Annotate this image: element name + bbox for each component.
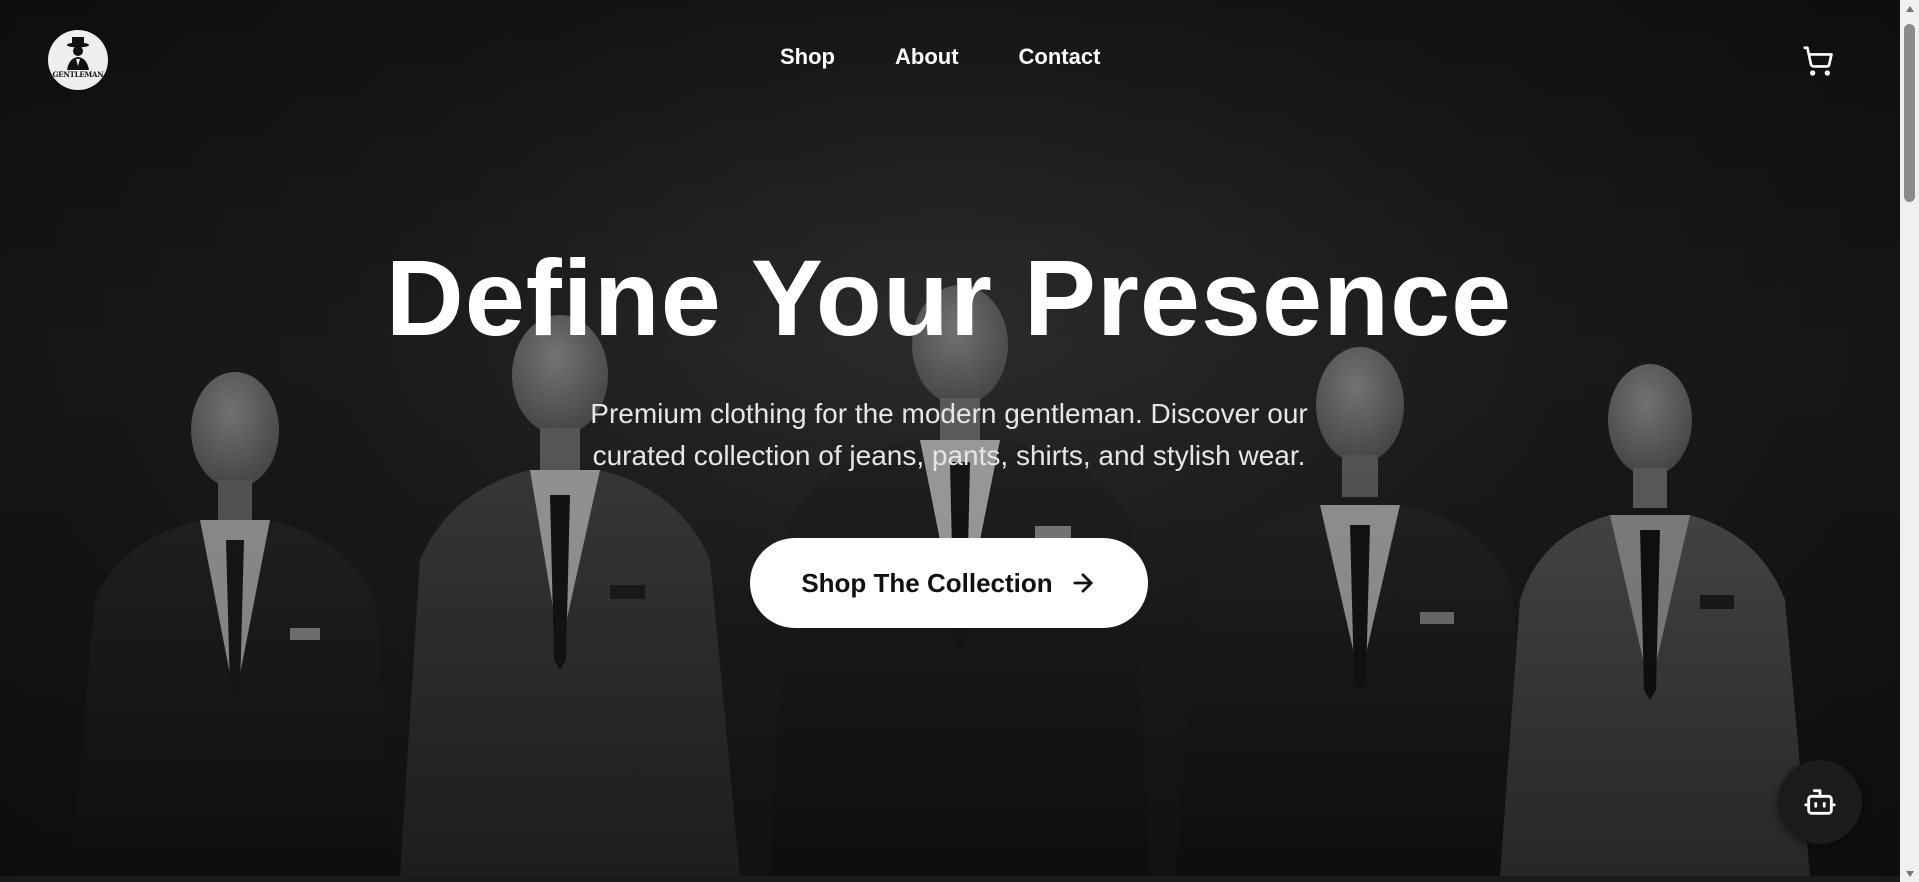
logo-text: GENTLEMAN [52, 70, 104, 79]
shop-collection-label: Shop The Collection [801, 567, 1053, 598]
cart-button[interactable] [1800, 44, 1836, 78]
cart-icon [1803, 46, 1833, 76]
hero-title: Define Your Presence [385, 237, 1513, 358]
nav-item-shop[interactable]: Shop [780, 44, 835, 70]
scroll-up-arrow-icon[interactable] [1900, 0, 1919, 17]
robot-icon [1804, 789, 1836, 815]
hero-subtitle: Premium clothing for the modern gentlema… [549, 393, 1349, 477]
scrollbar-thumb[interactable] [1904, 24, 1915, 202]
chatbot-button[interactable] [1778, 760, 1862, 844]
main-nav: Shop About Contact [780, 44, 1100, 70]
gentleman-logo-icon [67, 37, 89, 70]
vertical-scrollbar[interactable] [1900, 0, 1919, 882]
page: GENTLEMAN Shop About Contact Define Your… [0, 0, 1900, 876]
arrow-right-icon [1073, 573, 1093, 593]
scroll-down-arrow-icon[interactable] [1900, 865, 1919, 882]
site-header: GENTLEMAN Shop About Contact [0, 0, 1900, 118]
hero-subtitle-line-2: curated collection of jeans, pants, shir… [592, 440, 1306, 471]
nav-item-contact[interactable]: Contact [1019, 44, 1101, 70]
logo[interactable]: GENTLEMAN [48, 30, 108, 90]
shop-collection-button[interactable]: Shop The Collection [750, 538, 1148, 628]
hero-subtitle-line-1: Premium clothing for the modern gentlema… [590, 398, 1308, 429]
nav-item-about[interactable]: About [895, 44, 959, 70]
